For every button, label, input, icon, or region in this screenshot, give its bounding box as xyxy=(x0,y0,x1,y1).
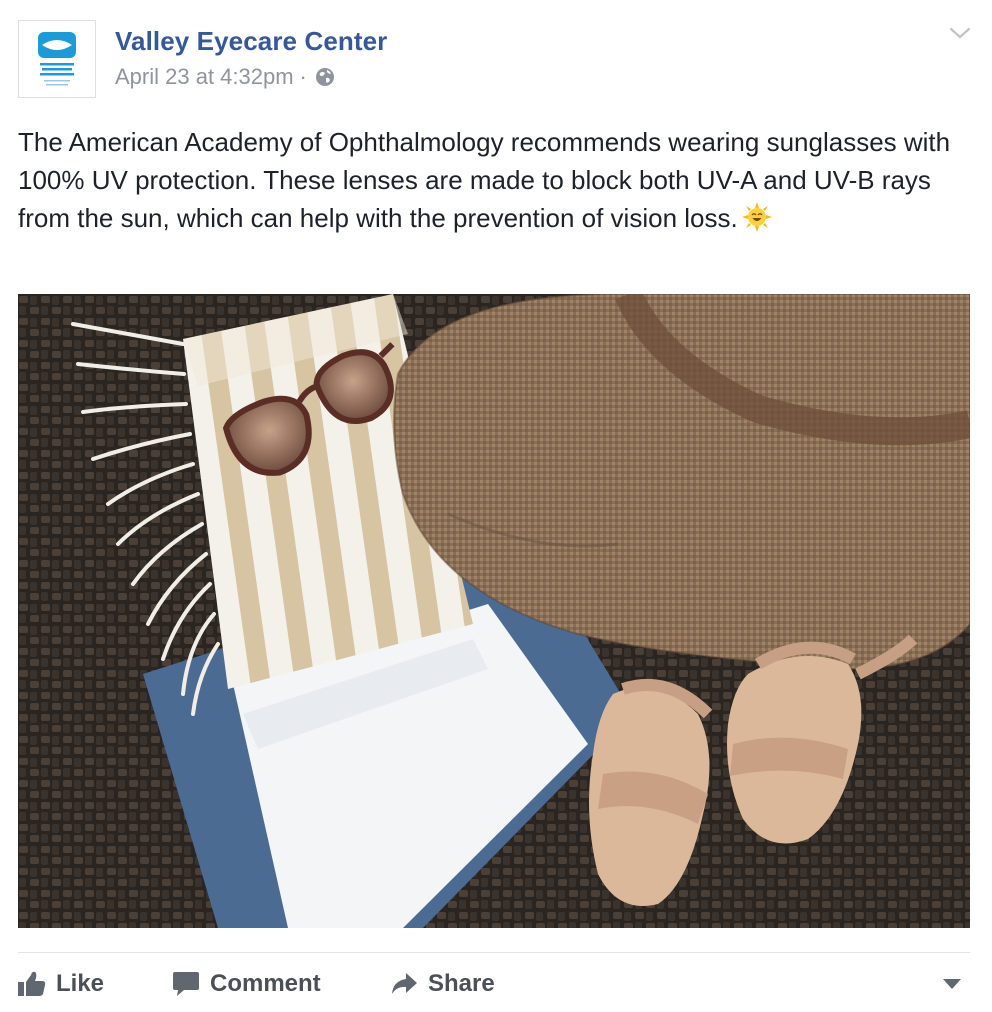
share-label: Share xyxy=(428,970,495,997)
smiling-sun-emoji-icon xyxy=(741,202,772,232)
post-meta: April 23 at 4:32pm · xyxy=(115,64,335,90)
post-timestamp[interactable]: April 23 at 4:32pm xyxy=(115,64,294,90)
meta-separator: · xyxy=(299,64,307,89)
post-photo[interactable] xyxy=(18,294,970,928)
share-button[interactable]: Share xyxy=(390,962,495,1006)
valley-eyecare-logo xyxy=(38,32,76,86)
post-body-text: The American Academy of Ophthalmology re… xyxy=(18,127,951,233)
like-button[interactable]: Like xyxy=(18,962,104,1006)
share-arrow-icon xyxy=(392,973,417,994)
post-action-bar: Like Comment Share xyxy=(18,962,970,1006)
sunglasses-hat-sandals-photo xyxy=(18,294,970,928)
action-bar-divider xyxy=(18,952,970,953)
post-options-chevron-down-icon[interactable] xyxy=(948,24,972,42)
reaction-options-caret-down-icon[interactable] xyxy=(942,972,962,996)
thumbs-up-icon xyxy=(18,971,46,996)
speech-bubble-icon xyxy=(173,972,199,996)
page-avatar[interactable] xyxy=(18,20,96,98)
comment-button[interactable]: Comment xyxy=(172,962,321,1006)
facebook-post: Valley Eyecare Center April 23 at 4:32pm… xyxy=(0,0,992,1012)
post-text: The American Academy of Ophthalmology re… xyxy=(18,123,978,237)
globe-icon[interactable] xyxy=(315,67,335,87)
page-name-link[interactable]: Valley Eyecare Center xyxy=(115,26,387,57)
comment-label: Comment xyxy=(210,970,321,997)
like-label: Like xyxy=(56,970,105,997)
